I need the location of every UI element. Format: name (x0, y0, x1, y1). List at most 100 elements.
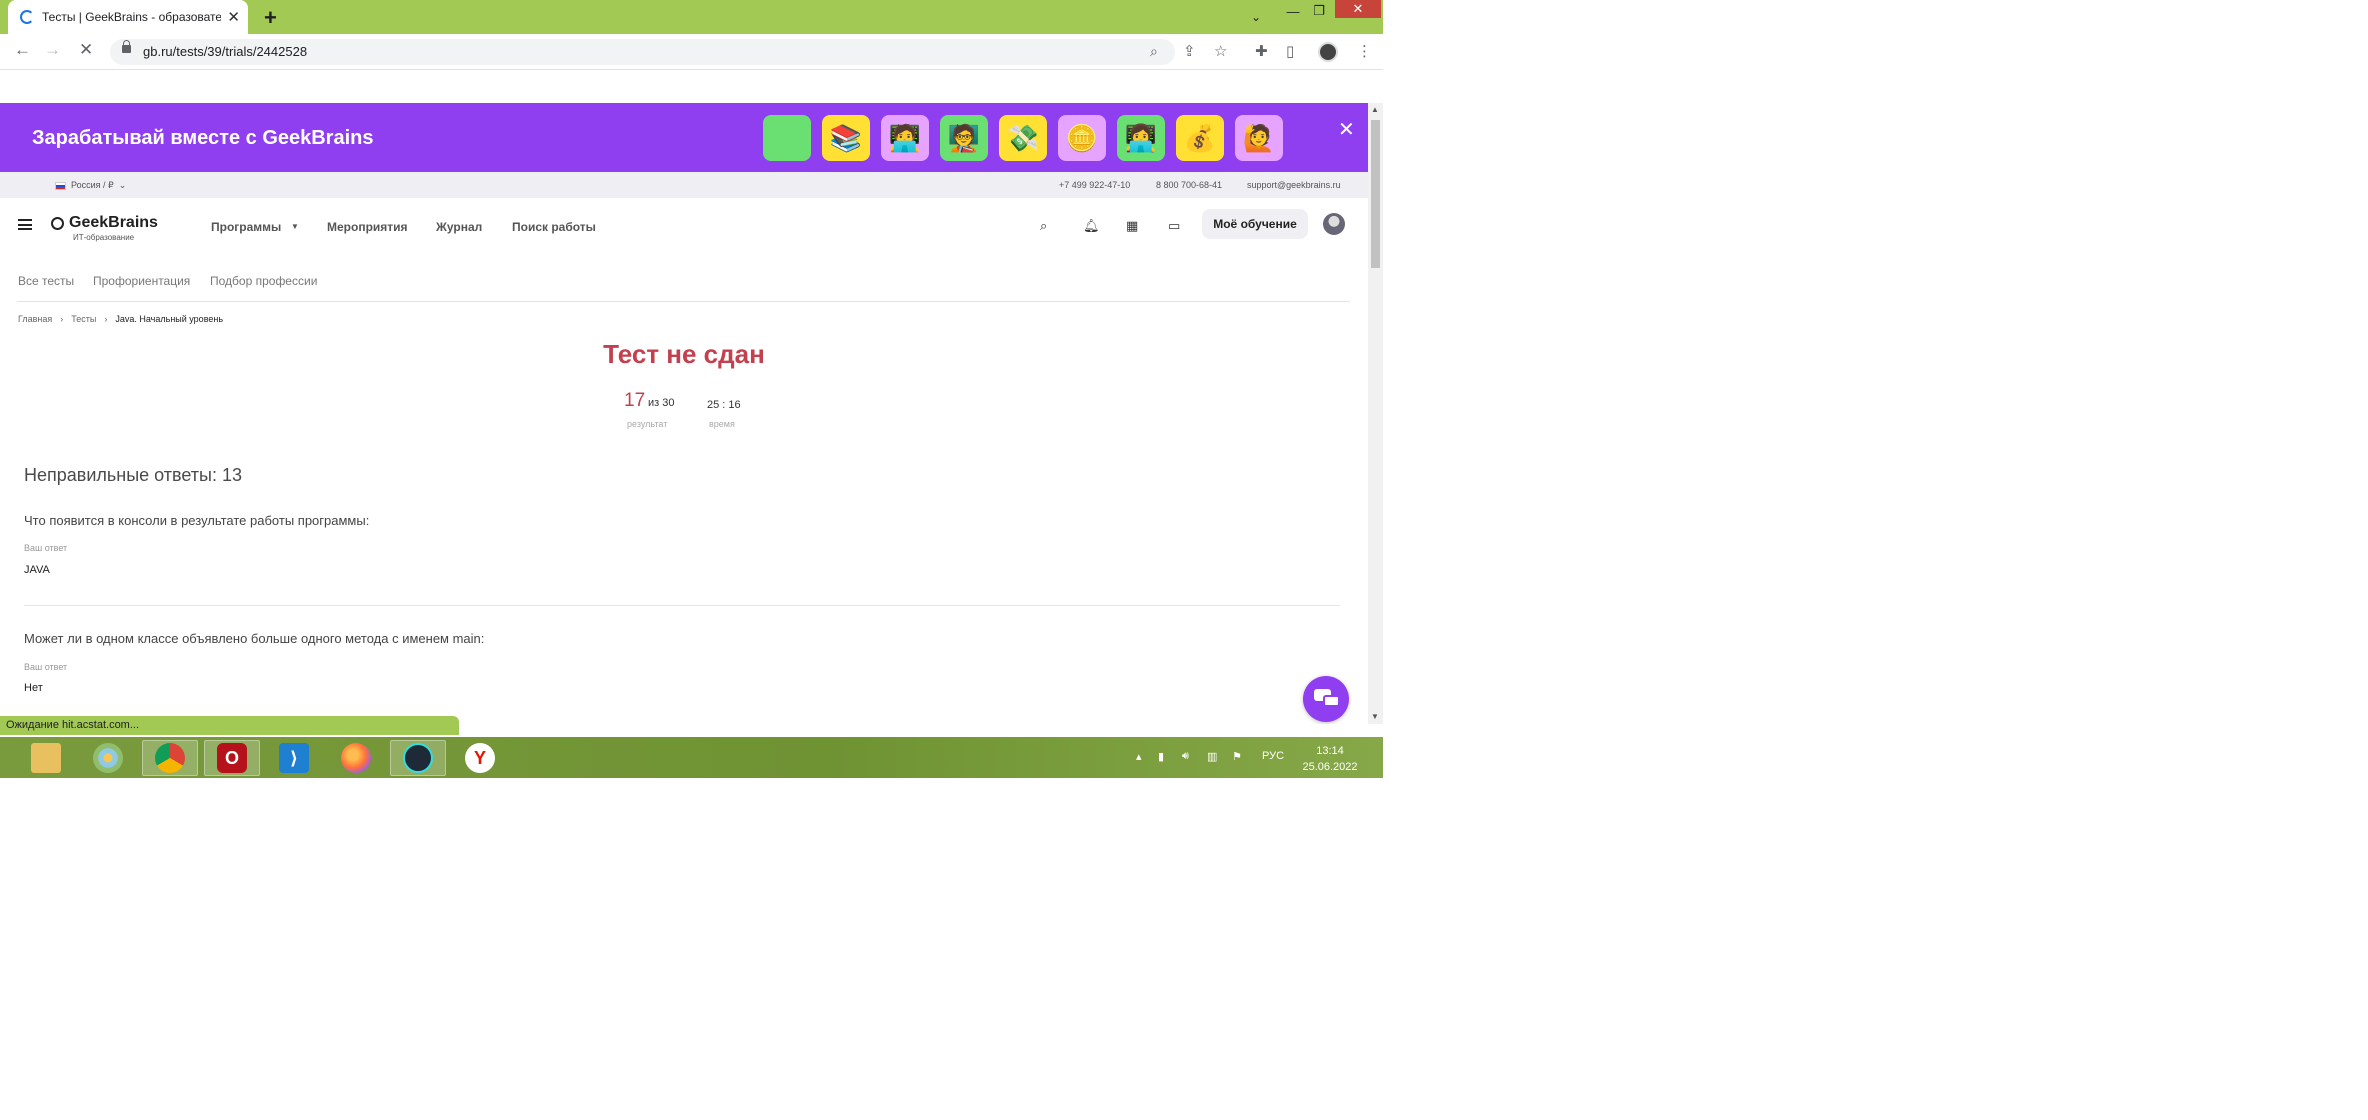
scroll-up-arrow-icon[interactable]: ▲ (1371, 105, 1379, 114)
breadcrumb-home[interactable]: Главная (18, 314, 52, 324)
result-title: Тест не сдан (603, 339, 765, 369)
score-caption: результат (627, 419, 668, 429)
user-avatar[interactable] (1323, 213, 1345, 235)
question-text: Что появится в консоли в результате рабо… (24, 513, 370, 528)
zoom-icon[interactable]: ⌕ (1150, 43, 1158, 60)
tests-subnav: Все тесты Профориентация Подбор професси… (0, 260, 1368, 302)
logo-text[interactable]: GeekBrains (69, 214, 158, 232)
url-text[interactable]: gb.ru/tests/39/trials/2442528 (143, 44, 307, 59)
promo-banner[interactable]: Зарабатывай вместе с GeekBrains 📚 🧑‍💻 🧑‍🏫 💸… (0, 103, 1368, 172)
taskbar-paint[interactable] (80, 740, 136, 776)
menu-dots-icon[interactable]: ⋮ (1357, 42, 1372, 60)
browser-tab[interactable]: Тесты | GeekBrains - образовате ✕ (8, 0, 248, 34)
taskbar-opera[interactable]: O (204, 740, 260, 776)
forward-arrow-icon[interactable]: → (44, 40, 61, 60)
breadcrumb-tests[interactable]: Тесты (71, 314, 96, 324)
calendar-icon[interactable]: ▦ (1126, 218, 1138, 234)
search-icon[interactable]: ⌕ (1040, 218, 1047, 234)
window-close-button[interactable]: ✕ (1335, 0, 1381, 18)
folder-icon (31, 743, 61, 773)
caret-down-icon[interactable]: ▼ (291, 222, 299, 231)
battery-icon[interactable]: ▮ (1158, 750, 1164, 763)
firefox-icon (341, 743, 371, 773)
windows-taskbar: O ⟩ Y ▴ ▮ 🔊︎ ▥ ⚑ РУС 13:14 25.06.2022 (0, 737, 1383, 778)
app-circle-icon (403, 743, 433, 773)
taskbar-firefox[interactable] (328, 740, 384, 776)
side-panel-icon[interactable]: ▯ (1286, 42, 1294, 60)
screen: Тесты | GeekBrains - образовате ✕ + ⌄ — … (0, 0, 1383, 778)
region-selector[interactable]: Россия / ₽ ⌄ (55, 180, 126, 191)
nav-job-search[interactable]: Поиск работы (512, 220, 596, 234)
logo-subtitle: ИТ-образование (73, 233, 135, 242)
profile-avatar[interactable] (1318, 42, 1338, 62)
answer-value: JAVA (24, 564, 50, 576)
back-arrow-icon[interactable]: ← (14, 40, 31, 60)
answer-label: Ваш ответ (24, 662, 68, 672)
answer-label: Ваш ответ (24, 543, 68, 553)
system-clock[interactable]: 13:14 25.06.2022 (1302, 743, 1358, 775)
stop-loading-icon[interactable]: ✕ (79, 40, 93, 60)
extensions-icon[interactable]: ✚ (1255, 42, 1268, 60)
russia-flag-icon (55, 181, 66, 190)
messages-icon[interactable]: ▭ (1168, 218, 1180, 234)
nav-events[interactable]: Мероприятия (327, 220, 408, 234)
breadcrumb: Главная › Тесты › Java. Начальный уровен… (18, 314, 223, 324)
browser-tab-bar: Тесты | GeekBrains - образовате ✕ + ⌄ — … (0, 0, 1383, 34)
tray-expand-icon[interactable]: ▴ (1136, 750, 1142, 763)
subnav-career-guidance[interactable]: Профориентация (93, 274, 190, 288)
restore-button[interactable]: ❐ (1308, 0, 1330, 22)
phone-link-1[interactable]: +7 499 922-47-10 (1059, 180, 1130, 190)
language-indicator[interactable]: РУС (1262, 750, 1284, 762)
geekbrains-logo-icon[interactable] (51, 217, 64, 230)
volume-icon[interactable]: 🔊︎ (1182, 750, 1189, 763)
wrong-answers-title: Неправильные ответы: 13 (24, 465, 243, 485)
page-scrollbar[interactable]: ▲ ▼ (1368, 103, 1383, 724)
region-label: Россия / ₽ (71, 180, 114, 190)
taskbar-chrome[interactable] (142, 740, 198, 776)
lock-icon[interactable] (122, 40, 131, 53)
answer-value: Нет (24, 682, 43, 694)
network-icon[interactable]: ▥ (1207, 750, 1217, 763)
vscode-icon: ⟩ (279, 743, 309, 773)
my-learning-button[interactable]: Моё обучение (1202, 209, 1308, 239)
score-value: 17 (624, 390, 646, 411)
taskbar-yandex[interactable]: Y (452, 740, 508, 776)
subnav-profession-selection[interactable]: Подбор профессии (210, 274, 317, 288)
flag-icon[interactable]: ⚑ (1232, 750, 1242, 763)
time-caption: время (709, 419, 735, 429)
banner-tiles: 📚 🧑‍💻 🧑‍🏫 💸 🪙 👩‍💻 💰 🙋 (763, 115, 1283, 161)
loading-spinner-icon (20, 10, 34, 24)
bell-icon[interactable]: 🔔︎ (1083, 218, 1100, 234)
subnav-all-tests[interactable]: Все тесты (18, 274, 74, 288)
question-text: Может ли в одном классе объявлено больше… (24, 631, 485, 646)
phone-link-2[interactable]: 8 800 700-68-41 (1156, 180, 1222, 190)
tab-search-chevron-icon[interactable]: ⌄ (1246, 6, 1266, 28)
nav-journal[interactable]: Журнал (436, 220, 482, 234)
taskbar-app[interactable] (390, 740, 446, 776)
chrome-icon (155, 743, 185, 773)
bookmark-star-icon[interactable]: ☆ (1214, 42, 1227, 60)
banner-close-icon[interactable]: ✕ (1338, 117, 1355, 142)
books-icon: 📚 (822, 115, 870, 161)
subnav-divider (17, 301, 1350, 302)
scroll-down-arrow-icon[interactable]: ▼ (1371, 712, 1379, 721)
time-value: 25 : 16 (707, 399, 741, 411)
opera-icon: O (217, 743, 247, 773)
banner-title: Зарабатывай вместе с GeekBrains (32, 127, 374, 149)
student-icon: 🙋 (1235, 115, 1283, 161)
loading-status: Ожидание hit.acstat.com... (0, 716, 459, 735)
chat-button[interactable] (1303, 676, 1349, 722)
address-bar[interactable]: gb.ru/tests/39/trials/2442528 ⌕ (110, 39, 1175, 65)
new-tab-button[interactable]: + (264, 5, 277, 31)
breadcrumb-separator-icon: › (60, 314, 64, 324)
clock-date: 25.06.2022 (1302, 761, 1358, 773)
taskbar-explorer[interactable] (18, 740, 74, 776)
hamburger-menu-icon[interactable] (18, 219, 32, 230)
taskbar-vscode[interactable]: ⟩ (266, 740, 322, 776)
scrollbar-thumb[interactable] (1371, 120, 1380, 268)
tab-close-icon[interactable]: ✕ (227, 8, 240, 26)
nav-programs[interactable]: Программы (211, 220, 281, 234)
share-icon[interactable]: ⇪ (1183, 42, 1196, 60)
support-email-link[interactable]: support@geekbrains.ru (1247, 180, 1341, 190)
minimize-button[interactable]: — (1282, 0, 1304, 22)
